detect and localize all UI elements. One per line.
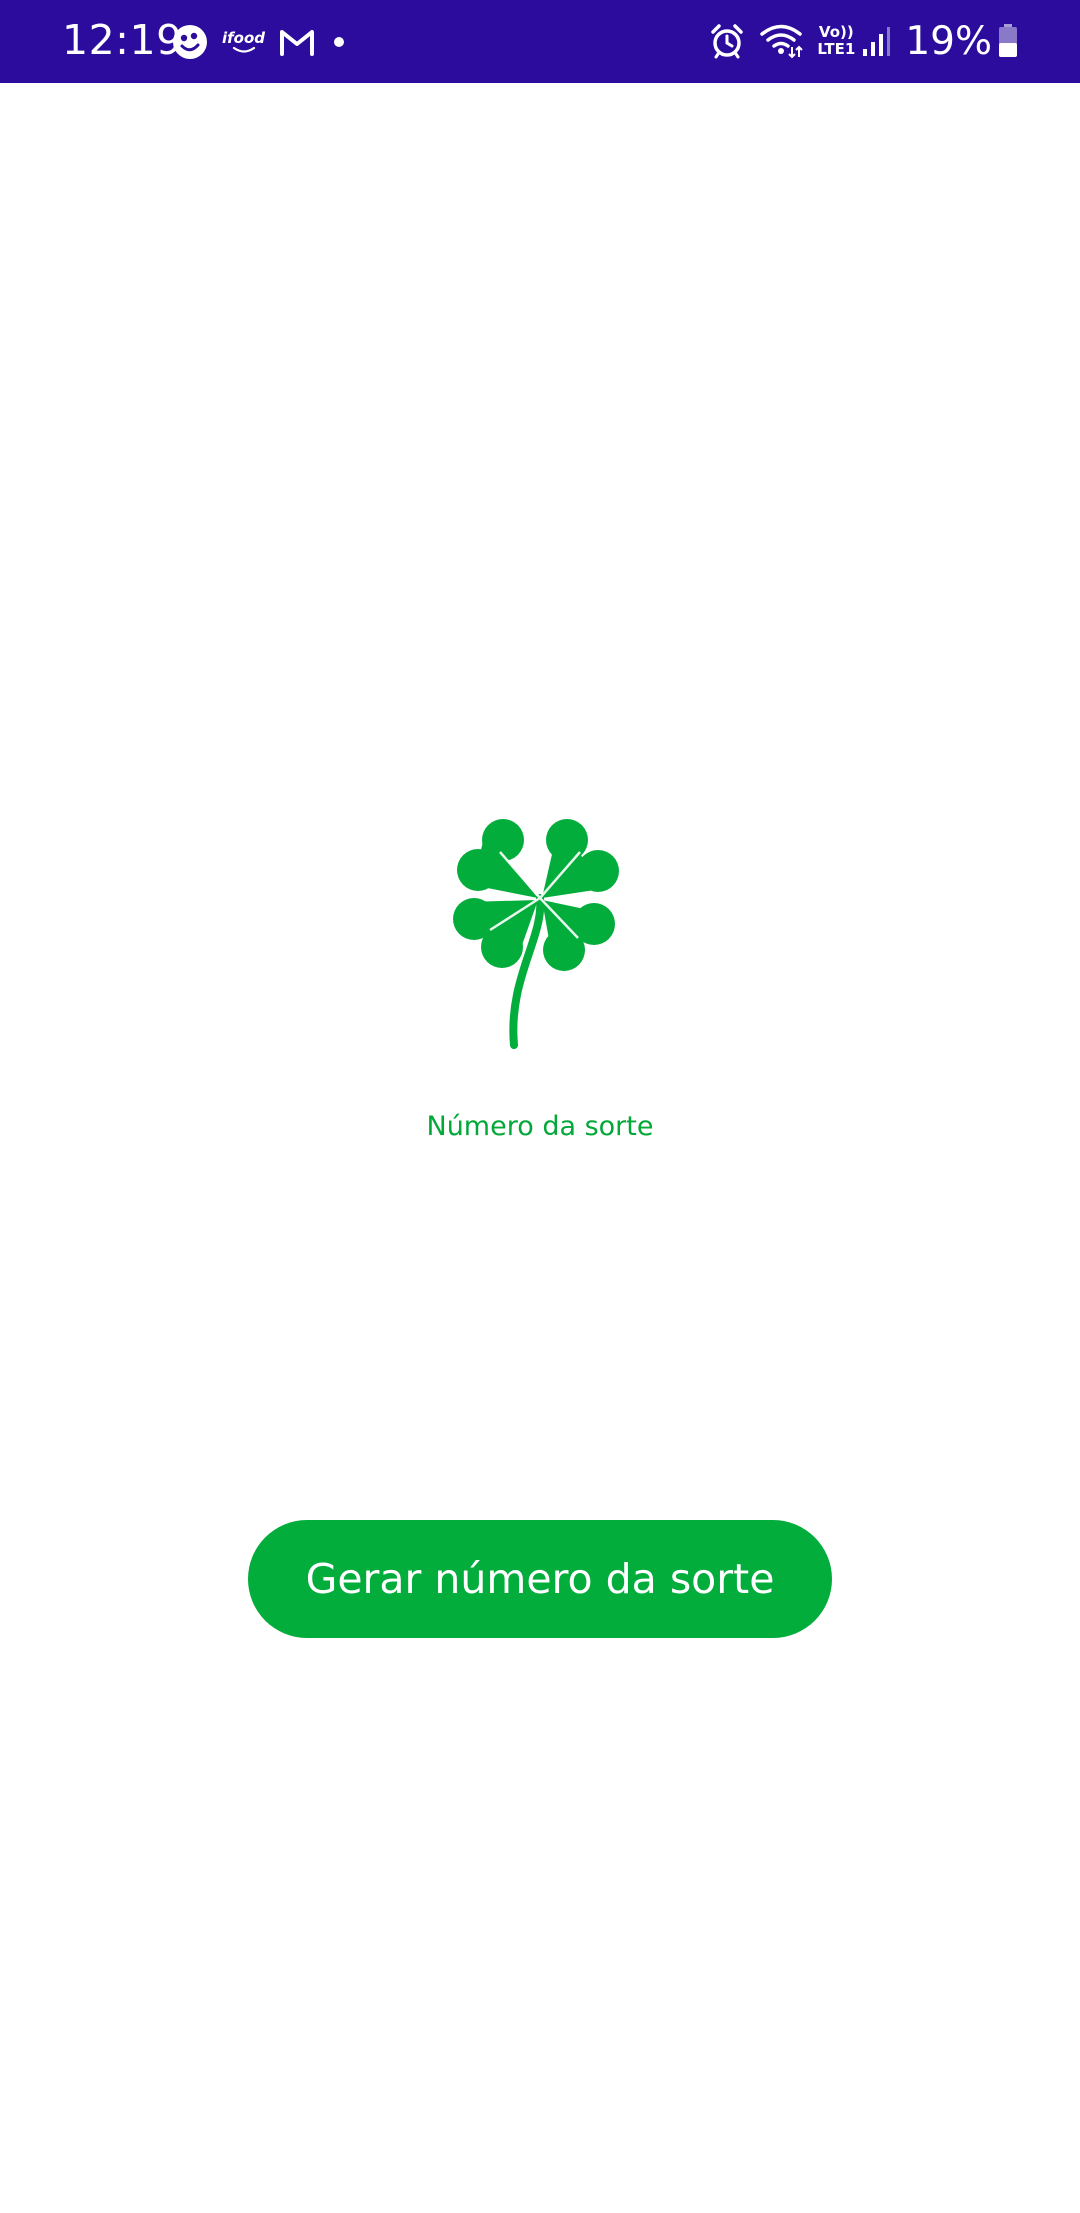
status-bar: 12:19 ifood Vo)) LTE1 19% — [0, 0, 1080, 83]
battery-percent: 19% — [905, 18, 992, 64]
four-leaf-clover-icon — [453, 819, 619, 1049]
ifood-icon: ifood — [222, 28, 266, 54]
alarm-icon — [709, 23, 745, 59]
status-right-group: Vo)) LTE1 19% — [709, 14, 1080, 68]
main-content: Número da sorte Gerar número da sorte — [0, 83, 1080, 2213]
volte-indicator: Vo)) LTE1 — [817, 24, 855, 58]
volte-top-label: Vo)) — [818, 23, 854, 41]
dot-icon — [329, 32, 349, 52]
generate-lucky-number-button[interactable]: Gerar número da sorte — [248, 1520, 832, 1638]
volte-bottom-label: LTE1 — [817, 40, 856, 58]
app-screen: 12:19 ifood Vo)) LTE1 19% Número da sort… — [0, 0, 1080, 2213]
gmail-icon — [279, 28, 315, 56]
notification-icons: ifood — [172, 20, 363, 64]
ifood-label: ifood — [222, 28, 266, 47]
face-icon — [172, 24, 208, 60]
lucky-number-label: Número da sorte — [426, 1111, 654, 1142]
wifi-icon — [759, 23, 804, 59]
status-time: 12:19 — [62, 16, 183, 64]
signal-icon — [861, 25, 891, 57]
battery-icon — [998, 24, 1018, 58]
